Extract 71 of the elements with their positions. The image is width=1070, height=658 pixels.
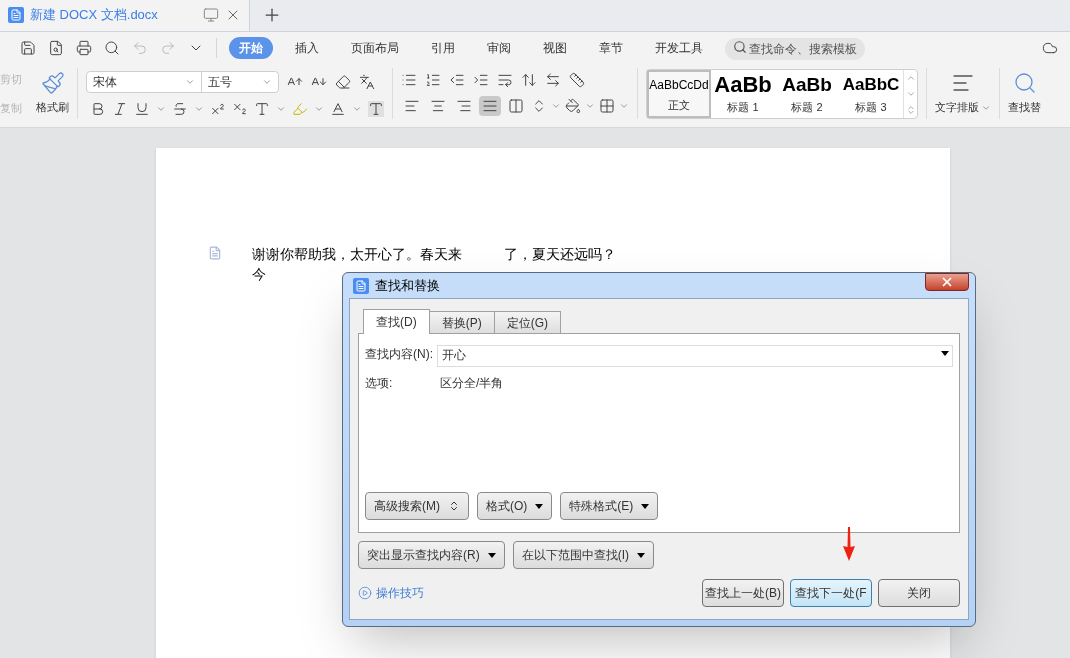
dialog-button[interactable]: 高级搜索(M) xyxy=(365,492,469,520)
menu-tab[interactable]: 章节 xyxy=(589,37,633,59)
dialog-button[interactable]: 特殊格式(E) xyxy=(560,492,659,520)
brush-icon xyxy=(40,71,65,96)
dropdown-caret-icon xyxy=(535,503,544,509)
bold-icon[interactable] xyxy=(90,100,106,117)
window-icon[interactable] xyxy=(203,7,219,23)
find-replace-button[interactable]: 查找替 xyxy=(1000,64,1049,123)
command-search-field[interactable]: 查找命令、搜索模板 xyxy=(725,38,865,60)
document-tab[interactable]: 新建 DOCX 文档.docx xyxy=(0,0,250,31)
close-button[interactable] xyxy=(925,272,969,291)
dialog-tab[interactable]: 查找(D) xyxy=(363,309,430,334)
dropdown-caret-icon[interactable] xyxy=(941,351,949,356)
dialog-button[interactable]: 格式(O) xyxy=(477,492,553,520)
italic-icon[interactable] xyxy=(112,100,128,117)
annotation-arrow xyxy=(842,527,856,561)
dropdown-caret-icon xyxy=(637,552,645,558)
dialog-tab[interactable]: 定位(G) xyxy=(493,311,561,333)
menu-tab[interactable]: 审阅 xyxy=(477,37,521,59)
dropdown-caret-icon xyxy=(641,503,650,509)
action-button[interactable]: 关闭 xyxy=(878,579,960,607)
dialog-button[interactable]: 在以下范围中查找(I) xyxy=(512,541,654,569)
style-preset[interactable]: AaBb 标题 2 xyxy=(775,69,839,118)
text-effect-icon[interactable] xyxy=(254,100,270,117)
character-shading-icon[interactable] xyxy=(368,100,384,117)
eraser-icon[interactable] xyxy=(335,73,351,90)
phonetic-icon[interactable] xyxy=(359,73,375,90)
field-label: 查找内容(N): xyxy=(365,346,433,364)
text-layout-button[interactable]: 文字排版 xyxy=(927,64,999,123)
menu-tab[interactable]: 视图 xyxy=(533,37,577,59)
menu-tab[interactable]: 引用 xyxy=(421,37,465,59)
style-preset[interactable]: AaBbC 标题 3 xyxy=(839,69,903,118)
save-icon[interactable] xyxy=(20,40,36,56)
document-text: 今 xyxy=(252,265,266,284)
shading-icon[interactable] xyxy=(565,97,581,114)
action-button[interactable]: 查找上一处(B) xyxy=(702,579,784,607)
document-text: 了，夏天还远吗？ xyxy=(504,245,616,264)
menu-tab[interactable]: 开发工具 xyxy=(645,37,713,59)
expand-icon xyxy=(448,500,460,512)
line-break-icon[interactable] xyxy=(545,71,561,88)
action-button[interactable]: 查找下一处(F xyxy=(790,579,872,607)
font-size-dropdown[interactable]: 五号 xyxy=(202,71,278,92)
dialog-tab[interactable]: 替换(P) xyxy=(428,311,495,333)
dialog-title: 查找和替换 xyxy=(375,276,440,295)
document-text: 谢谢你帮助我，太开心了。春天来 xyxy=(252,245,462,264)
style-preset[interactable]: AaBb 标题 1 xyxy=(711,69,775,118)
options-value: 区分全/半角 xyxy=(440,374,504,392)
dropdown-caret-icon xyxy=(487,552,496,558)
cloud-icon[interactable] xyxy=(1042,40,1058,56)
find-field[interactable]: 开心 xyxy=(437,344,953,367)
dialog-button[interactable]: 突出显示查找内容(R) xyxy=(358,541,505,569)
ruler-icon[interactable] xyxy=(569,71,585,88)
numbered-list-icon[interactable] xyxy=(425,71,441,88)
strikethrough-icon[interactable] xyxy=(172,100,188,117)
format-painter-button[interactable]: 格式刷 xyxy=(28,64,77,123)
menu-tab[interactable]: 插入 xyxy=(285,37,329,59)
export-icon[interactable] xyxy=(48,40,64,56)
style-preset[interactable]: AaBbCcDd 正文 xyxy=(647,69,711,118)
font-color-icon[interactable] xyxy=(330,100,346,117)
menu-tab[interactable]: 页面布局 xyxy=(341,37,409,59)
print-icon[interactable] xyxy=(76,40,92,56)
font-dropdown[interactable]: 宋体 xyxy=(87,71,202,92)
borders-icon[interactable] xyxy=(599,97,615,114)
tips-link[interactable]: 操作技巧 xyxy=(376,584,424,602)
options-label: 选项: xyxy=(365,374,394,392)
sort-icon[interactable] xyxy=(521,71,537,88)
document-logo-icon xyxy=(8,7,24,23)
align-button[interactable] xyxy=(479,95,501,116)
app-logo-icon xyxy=(353,277,369,294)
underline-icon[interactable] xyxy=(134,100,150,117)
preview-icon[interactable] xyxy=(104,40,120,56)
